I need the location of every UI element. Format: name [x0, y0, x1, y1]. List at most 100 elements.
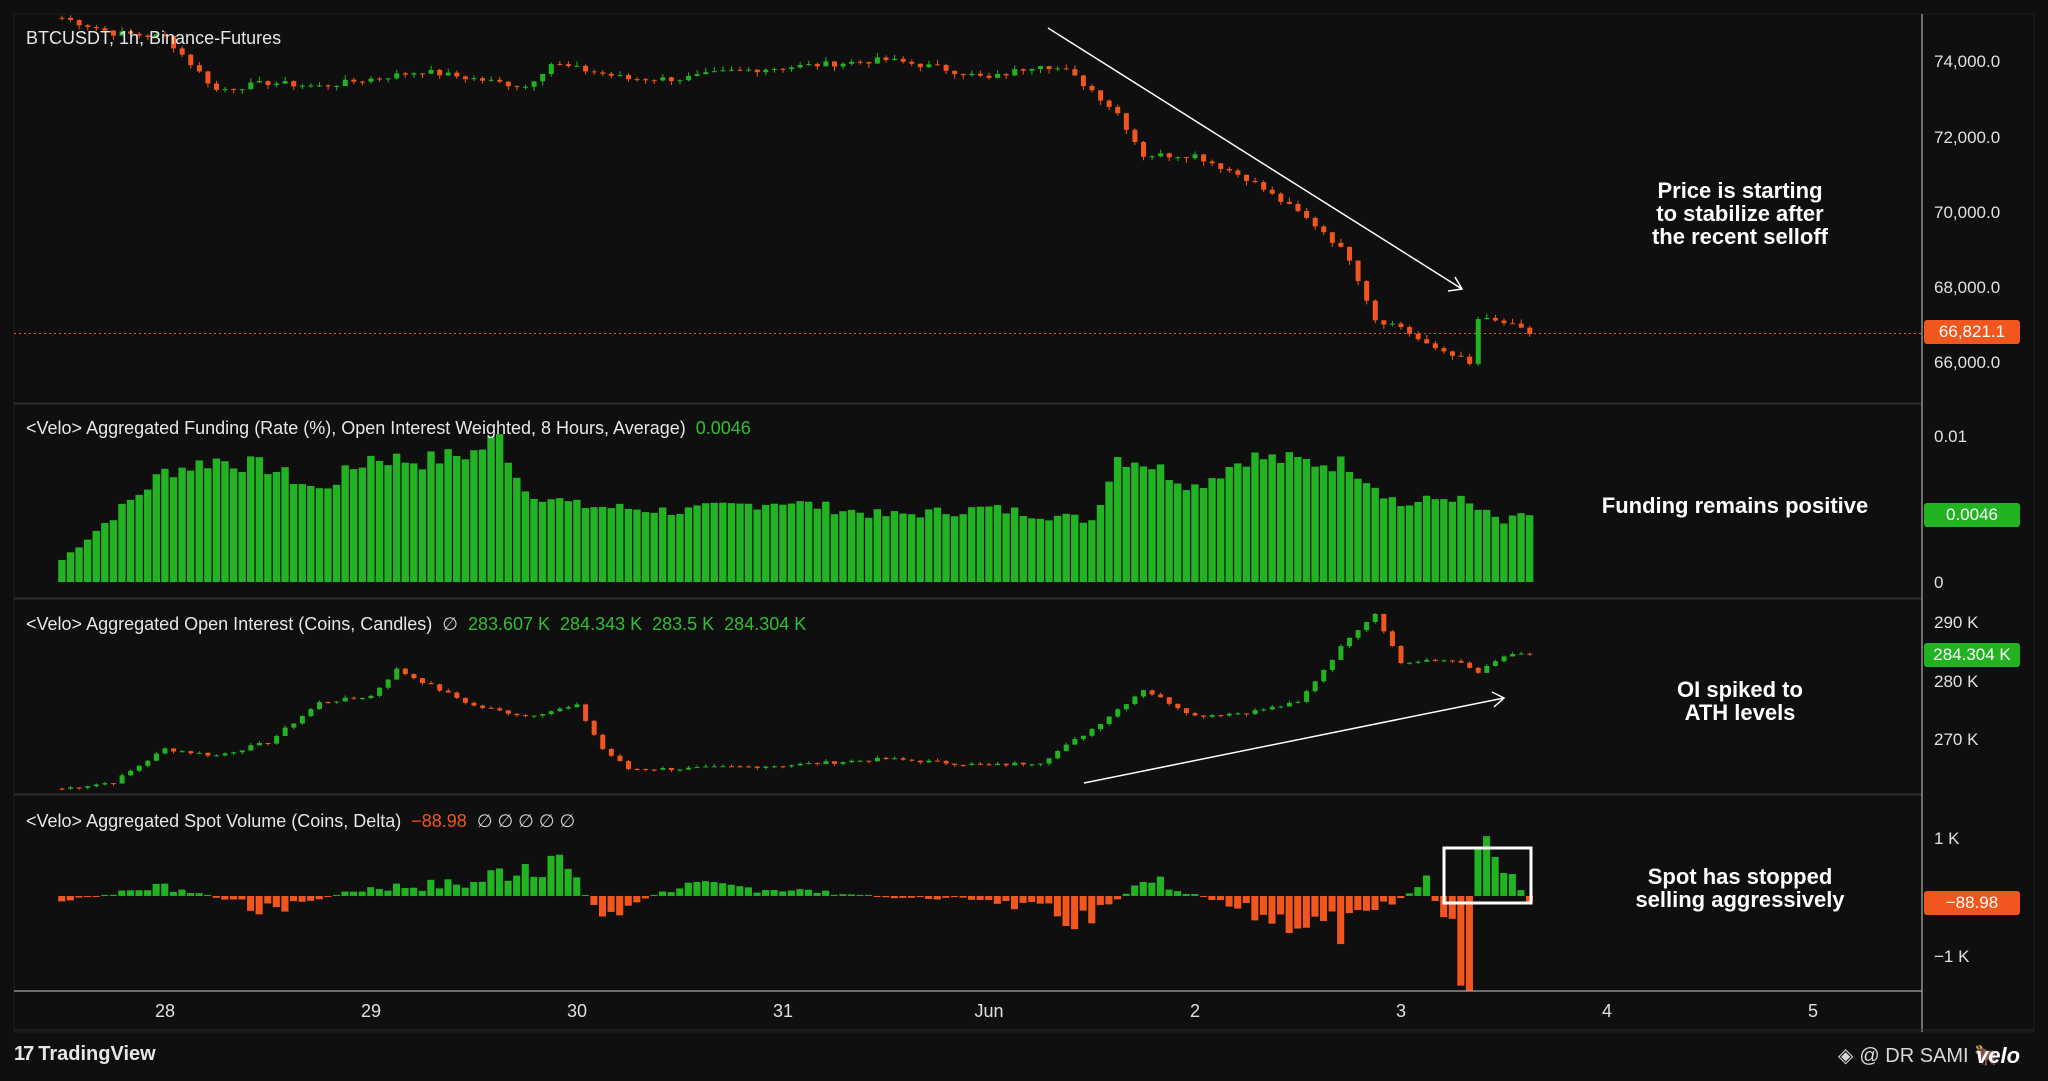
- price-candle: [720, 70, 726, 72]
- funding-bar: [624, 508, 633, 582]
- price-candle: [1329, 232, 1335, 243]
- price-candle: [256, 81, 262, 83]
- price-candle: [1192, 154, 1198, 159]
- funding-bar: [101, 523, 109, 582]
- spot-bar: [1508, 874, 1516, 896]
- funding-bar: [418, 469, 427, 582]
- funding-bar: [1483, 509, 1491, 582]
- oi-candle: [497, 708, 503, 711]
- funding-bar: [804, 501, 813, 582]
- funding-bar: [1465, 503, 1474, 582]
- funding-legend: <Velo> Aggregated Funding (Rate (%), Ope…: [26, 418, 751, 439]
- x-tick: 30: [566, 1001, 588, 1021]
- price-candle: [222, 89, 228, 91]
- funding-bar: [444, 449, 452, 582]
- spot-legend-title: <Velo> Aggregated Spot Volume (Coins, De…: [26, 811, 402, 831]
- oi-candle: [325, 702, 331, 704]
- price-candle: [85, 25, 91, 28]
- price-candle: [797, 64, 803, 68]
- funding-bar: [470, 450, 478, 582]
- spot-bar: [1096, 895, 1104, 905]
- spot-bar: [427, 879, 435, 896]
- price-candle: [643, 79, 649, 81]
- oi-candle: [857, 760, 863, 762]
- funding-bar: [882, 516, 890, 582]
- visibility-icons[interactable]: ∅ ∅ ∅ ∅ ∅: [477, 811, 575, 832]
- oi-candle: [789, 765, 795, 767]
- tradingview-logo[interactable]: 17 TradingView: [14, 1043, 156, 1066]
- price-candle: [1312, 217, 1318, 227]
- price-candle: [1492, 317, 1498, 321]
- spot-bar: [118, 890, 126, 896]
- spot-bar: [418, 890, 426, 896]
- spot-bar: [993, 895, 1001, 904]
- spot-bar: [453, 884, 461, 896]
- funding-bar: [1268, 454, 1276, 582]
- oi-candle: [188, 751, 194, 754]
- oi-candle: [102, 783, 108, 785]
- oi-legend-title: <Velo> Aggregated Open Interest (Coins, …: [26, 614, 433, 634]
- oi-candle: [1364, 622, 1370, 631]
- funding-bar: [676, 513, 684, 582]
- spot-bar: [1131, 885, 1139, 896]
- price-candle: [1252, 180, 1258, 183]
- price-candle: [1080, 75, 1086, 87]
- oi-candle: [1218, 715, 1224, 717]
- spot-bar: [1174, 891, 1182, 896]
- price-candle: [265, 81, 271, 85]
- price-candle: [205, 71, 211, 84]
- funding-tick: 0.01: [1934, 427, 1968, 446]
- price-candle: [454, 72, 460, 77]
- funding-bar: [985, 506, 993, 582]
- price-candle: [943, 64, 949, 71]
- visibility-icon[interactable]: ∅: [442, 614, 458, 635]
- spot-bar: [1397, 895, 1405, 899]
- price-candle: [480, 78, 486, 81]
- oi-candle: [617, 755, 623, 762]
- spot-bar: [513, 875, 521, 896]
- oi-candle: [1192, 713, 1198, 716]
- oi-candle: [1286, 702, 1292, 707]
- funding-bar: [590, 507, 598, 582]
- oi-candle: [995, 763, 1001, 765]
- spot-bar: [556, 854, 564, 896]
- oi-candle: [76, 787, 82, 789]
- spot-bar: [1251, 895, 1259, 921]
- price-candle: [1020, 69, 1026, 71]
- funding-bar: [1362, 483, 1371, 582]
- note-price: Price is starting to stabilize after the…: [1651, 178, 1829, 249]
- price-candle: [1510, 323, 1516, 325]
- price-candle: [1209, 161, 1215, 164]
- price-candle: [359, 81, 365, 83]
- oi-candle: [1252, 710, 1258, 715]
- price-candle: [1149, 156, 1155, 158]
- note-funding: Funding remains positive: [1601, 493, 1869, 518]
- price-candle: [402, 73, 408, 75]
- oi-candle: [196, 752, 202, 754]
- spot-bar: [796, 889, 804, 896]
- oi-candle: [1072, 739, 1078, 745]
- funding-bar: [1474, 509, 1482, 582]
- spot-bar: [1277, 895, 1285, 915]
- spot-bar: [66, 895, 74, 901]
- spot-bar: [1345, 895, 1353, 914]
- oi-candle: [634, 768, 640, 770]
- funding-bar: [538, 501, 547, 582]
- oi-candle: [385, 679, 391, 688]
- oi-candle: [1484, 665, 1490, 673]
- price-candle: [651, 80, 657, 82]
- spot-bar: [1036, 895, 1044, 904]
- oi-candle: [1424, 659, 1430, 662]
- spot-bar: [392, 883, 401, 896]
- funding-bar: [916, 517, 924, 582]
- price-tick: 66,000.0: [1934, 353, 2001, 372]
- price-candle: [874, 57, 880, 64]
- oi-candle: [394, 668, 400, 680]
- oi-candle: [128, 770, 134, 776]
- price-candle: [1106, 100, 1112, 107]
- funding-bar: [976, 506, 985, 582]
- spot-bar: [1113, 895, 1122, 900]
- funding-bar: [1131, 462, 1139, 582]
- spot-bar: [1422, 875, 1431, 896]
- funding-bar: [796, 501, 804, 582]
